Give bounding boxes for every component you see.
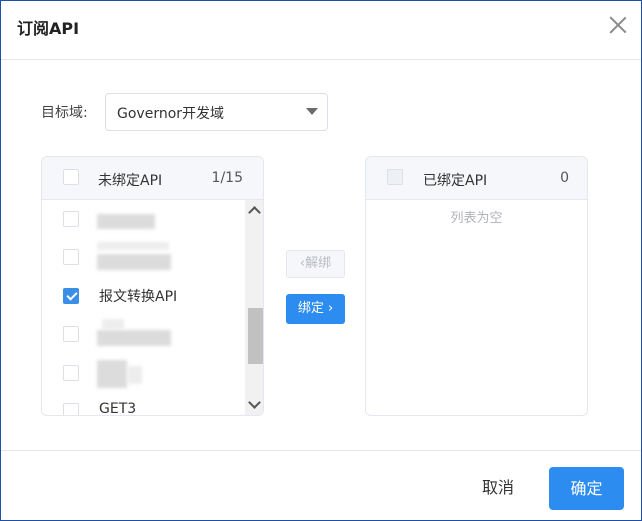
subscribe-api-dialog: 订阅API 目标域: Governor开发域 未绑定API 1/15 报文转换A… xyxy=(0,0,642,521)
bound-panel-title: 已绑定API xyxy=(423,173,488,189)
unbound-count: 1/15 xyxy=(211,170,243,186)
bound-api-panel: 已绑定API 0 列表为空 xyxy=(365,156,588,416)
target-domain-select[interactable]: Governor开发域 xyxy=(105,93,328,131)
confirm-button[interactable]: 确定 xyxy=(549,467,624,510)
unbound-panel-header: 未绑定API 1/15 xyxy=(42,157,263,200)
list-item[interactable] xyxy=(42,315,242,353)
item-label: GET3 xyxy=(99,401,137,415)
unbound-api-panel: 未绑定API 1/15 报文转换API GET3 xyxy=(41,156,264,416)
dialog-title: 订阅API xyxy=(17,19,80,38)
blurred-label xyxy=(97,254,171,270)
item-checkbox[interactable] xyxy=(63,403,79,415)
select-all-bound-checkbox[interactable] xyxy=(387,169,403,185)
unbind-button-label: 解绑 xyxy=(305,256,332,271)
footer-divider xyxy=(1,450,641,451)
list-item[interactable]: 报文转换API xyxy=(42,277,242,315)
list-item[interactable] xyxy=(42,238,242,276)
scroll-thumb[interactable] xyxy=(248,308,263,364)
scroll-up-icon[interactable] xyxy=(248,206,261,219)
unbound-panel-title: 未绑定API xyxy=(98,173,163,189)
unbound-api-list: 报文转换API GET3 xyxy=(42,200,242,415)
item-checkbox-checked[interactable] xyxy=(63,288,79,304)
blurred-label xyxy=(102,319,124,329)
list-item[interactable]: GET3 xyxy=(42,392,242,415)
blurred-label xyxy=(128,366,142,384)
list-item[interactable] xyxy=(42,200,242,238)
blurred-label xyxy=(97,360,127,388)
empty-list-text: 列表为空 xyxy=(450,211,503,226)
item-checkbox[interactable] xyxy=(63,326,79,342)
list-item[interactable] xyxy=(42,354,242,392)
dialog-header: 订阅API xyxy=(1,1,641,60)
bound-panel-header: 已绑定API 0 xyxy=(366,157,587,200)
close-icon[interactable] xyxy=(609,16,627,34)
item-checkbox[interactable] xyxy=(63,249,79,265)
unbind-button[interactable]: ‹解绑 xyxy=(286,250,345,278)
blurred-label xyxy=(97,214,155,229)
scroll-down-icon[interactable] xyxy=(248,396,261,409)
item-checkbox[interactable] xyxy=(63,211,79,227)
cancel-button[interactable]: 取消 xyxy=(468,469,528,507)
bind-button[interactable]: 绑定 › xyxy=(286,294,345,324)
unbound-list-scrollbar[interactable] xyxy=(245,200,263,415)
caret-down-icon xyxy=(306,108,318,115)
target-domain-label: 目标域: xyxy=(41,105,88,121)
select-all-unbound-checkbox[interactable] xyxy=(63,169,79,185)
blurred-label xyxy=(97,330,171,346)
item-label: 报文转换API xyxy=(99,289,178,305)
bind-button-label: 绑定 xyxy=(297,301,324,316)
chevron-right-icon: › xyxy=(323,301,334,316)
item-checkbox[interactable] xyxy=(63,365,79,381)
blurred-label xyxy=(97,242,169,250)
target-domain-value: Governor开发域 xyxy=(117,106,225,122)
bound-count: 0 xyxy=(560,170,569,186)
